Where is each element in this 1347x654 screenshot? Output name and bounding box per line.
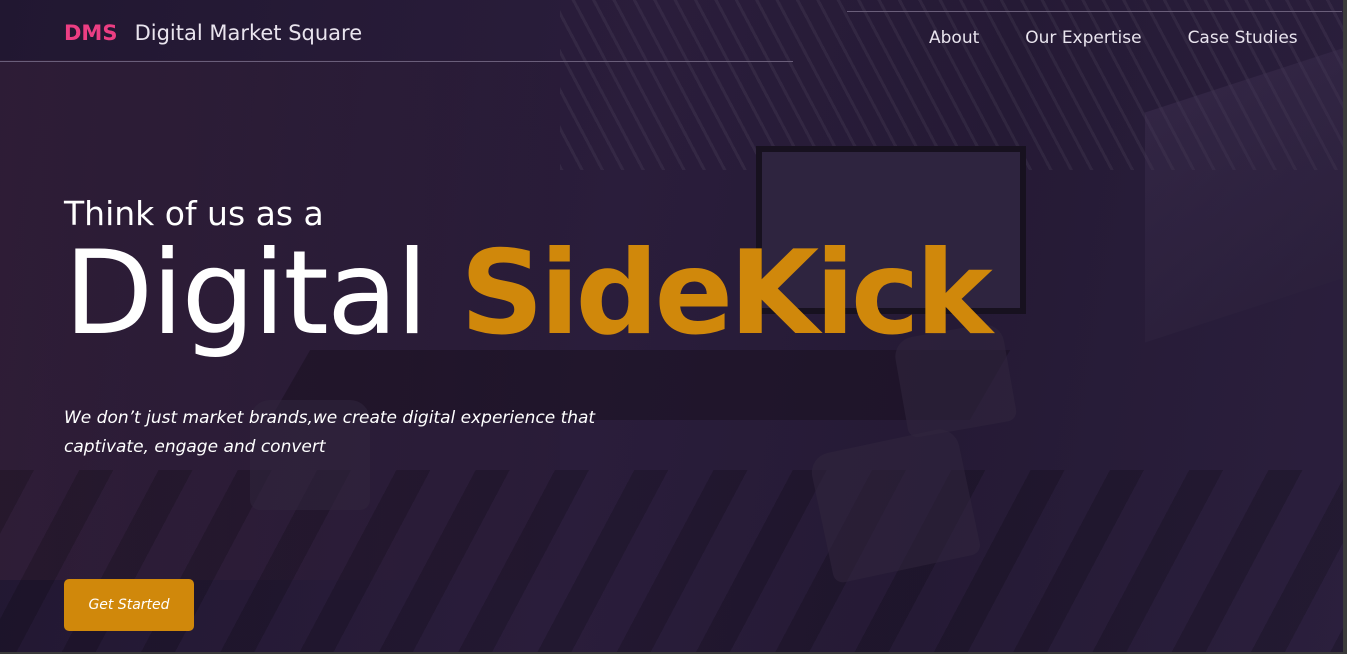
get-started-button[interactable]: Get Started bbox=[64, 579, 194, 631]
header-divider-right bbox=[847, 11, 1342, 12]
headline-word-sidekick: SideKick bbox=[460, 226, 993, 361]
hero-tagline: We don’t just market brands,we create di… bbox=[64, 408, 596, 457]
brand-name: Digital Market Square bbox=[134, 21, 363, 45]
main-nav: About Our Expertise Case Studies bbox=[929, 28, 1298, 48]
hero-headline: Digital SideKick bbox=[64, 236, 993, 352]
nav-link-our-expertise[interactable]: Our Expertise bbox=[1025, 28, 1141, 48]
background-floor bbox=[0, 470, 1347, 654]
header-divider-left bbox=[0, 61, 793, 62]
brand-logo[interactable]: DMS Digital Market Square bbox=[64, 21, 362, 45]
window-edge bbox=[1343, 0, 1347, 654]
hero-page: DMS Digital Market Square About Our Expe… bbox=[0, 0, 1347, 654]
nav-link-about[interactable]: About bbox=[929, 28, 979, 48]
nav-link-case-studies[interactable]: Case Studies bbox=[1188, 28, 1298, 48]
headline-word-digital: Digital bbox=[64, 226, 428, 361]
brand-abbreviation: DMS bbox=[64, 21, 118, 45]
